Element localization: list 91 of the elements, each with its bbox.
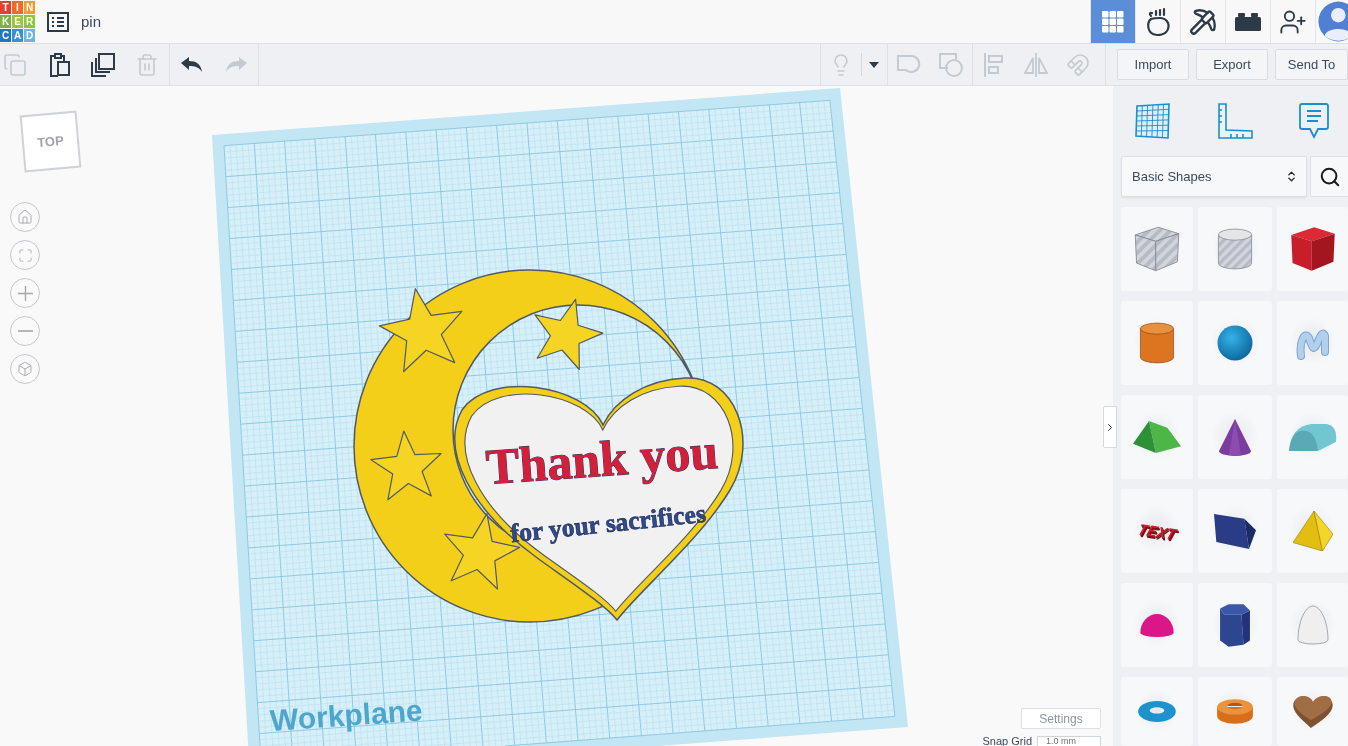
redo-icon: [225, 56, 247, 73]
ruler-button[interactable]: [1217, 103, 1253, 139]
settings-button[interactable]: Settings: [1021, 708, 1101, 729]
zoom-in-button[interactable]: [10, 278, 40, 308]
search-button[interactable]: [1310, 156, 1348, 197]
shape-tile[interactable]: [1277, 677, 1348, 746]
striped-cube-icon: [1134, 226, 1180, 272]
align-left-icon: [984, 52, 1004, 77]
export-button[interactable]: Export: [1196, 49, 1268, 80]
shape-tile[interactable]: [1198, 207, 1272, 291]
stacked-squares-icon: [91, 52, 115, 77]
shape-tile[interactable]: [1121, 677, 1193, 746]
grid-plane-icon: [1135, 103, 1171, 139]
ruler-icon: [1217, 103, 1253, 139]
cylinder-icon: [1139, 322, 1175, 364]
send-to-button[interactable]: Send To: [1275, 49, 1348, 80]
dome-icon: [1139, 612, 1175, 638]
logo-tile[interactable]: I: [12, 1, 23, 14]
pentagon-prism-icon: [1214, 513, 1256, 549]
corner-brackets-icon: [17, 247, 33, 263]
search-icon: [1318, 165, 1341, 188]
up-down-caret-icon: [1285, 170, 1298, 183]
home-icon: [17, 209, 33, 225]
torus-icon: [1137, 700, 1177, 723]
home-button[interactable]: [10, 202, 40, 232]
half-cylinder-icon: [1288, 422, 1337, 452]
square-circle-icon: [939, 52, 963, 77]
trash-icon: [135, 52, 159, 77]
shape-tile[interactable]: [1121, 301, 1193, 385]
clipboard-icon: [48, 52, 70, 77]
logo-tile[interactable]: K: [0, 15, 11, 28]
hexagonal-prism-icon: [1219, 602, 1251, 648]
zoom-out-button[interactable]: [10, 316, 40, 346]
avatar-icon: [1316, 0, 1348, 43]
caret-icon: [869, 61, 879, 68]
heart-icon: [1291, 694, 1334, 729]
model-text: for your sacrifices: [509, 498, 711, 549]
mirror-icon: [1024, 52, 1048, 77]
shape-tile[interactable]: [1198, 489, 1272, 573]
shape-tile[interactable]: [1277, 489, 1348, 573]
shape-tile[interactable]: [1277, 395, 1348, 479]
star-shape: [370, 430, 442, 501]
shape-tile[interactable]: [1198, 301, 1272, 385]
list-icon: [47, 11, 69, 32]
notes-button[interactable]: [1299, 103, 1329, 139]
panel-toggle-button[interactable]: [1103, 406, 1117, 448]
pyramid-icon: [1292, 511, 1333, 551]
logo-tile[interactable]: T: [0, 1, 11, 14]
projection-button[interactable]: [10, 354, 40, 384]
import-button[interactable]: Import: [1117, 49, 1189, 80]
logo-tile[interactable]: C: [0, 29, 11, 42]
shape-tile[interactable]: [1121, 207, 1193, 291]
workplane-button[interactable]: [1135, 103, 1171, 139]
paraboloid-icon: [1296, 605, 1329, 645]
shape-tile[interactable]: TEXT: [1121, 489, 1193, 573]
minus-icon: [17, 330, 33, 332]
model-text: Thank you: [484, 423, 720, 496]
grid-icon: [1102, 10, 1124, 33]
tube-icon: [1216, 698, 1254, 725]
logo-tile[interactable]: D: [24, 29, 35, 42]
shape-tile[interactable]: [1198, 395, 1272, 479]
logo-tile[interactable]: N: [24, 1, 35, 14]
workplane-label: Workplane: [268, 693, 424, 737]
shape-tile[interactable]: [1198, 583, 1272, 667]
plus-icon: [17, 285, 33, 301]
cube-icon: [1289, 226, 1336, 272]
design-title[interactable]: pin: [81, 13, 102, 30]
triangular-prism-icon: [1133, 421, 1181, 453]
logo-tile[interactable]: A: [12, 29, 23, 42]
shape-tile[interactable]: [1277, 301, 1348, 385]
shape-tile[interactable]: [1121, 583, 1193, 667]
pickaxe-icon: [1189, 7, 1217, 36]
cone-icon: [1218, 417, 1252, 457]
copy-icon: [3, 52, 27, 77]
shape-tile[interactable]: [1198, 677, 1272, 746]
cube-icon: [17, 361, 33, 377]
shape-tile[interactable]: [1121, 395, 1193, 479]
magnet-icon: [1066, 52, 1090, 77]
rock-icon: [1145, 6, 1171, 37]
design-list-button[interactable]: [47, 11, 69, 32]
snap-grid-field[interactable]: 1.0 mm: [1037, 736, 1101, 746]
note-icon: [1299, 103, 1329, 139]
undo-icon: [181, 56, 203, 73]
shape-tile[interactable]: [1277, 583, 1348, 667]
sphere-icon: [1217, 325, 1253, 361]
shape-library-select[interactable]: Basic Shapes: [1121, 156, 1307, 197]
avatar-button[interactable]: [1315, 0, 1348, 43]
brick-icon: [1235, 12, 1261, 31]
view-cube[interactable]: TOP: [19, 110, 82, 173]
shape-tile[interactable]: [1277, 207, 1348, 291]
striped-cylinder-icon: [1217, 228, 1253, 270]
